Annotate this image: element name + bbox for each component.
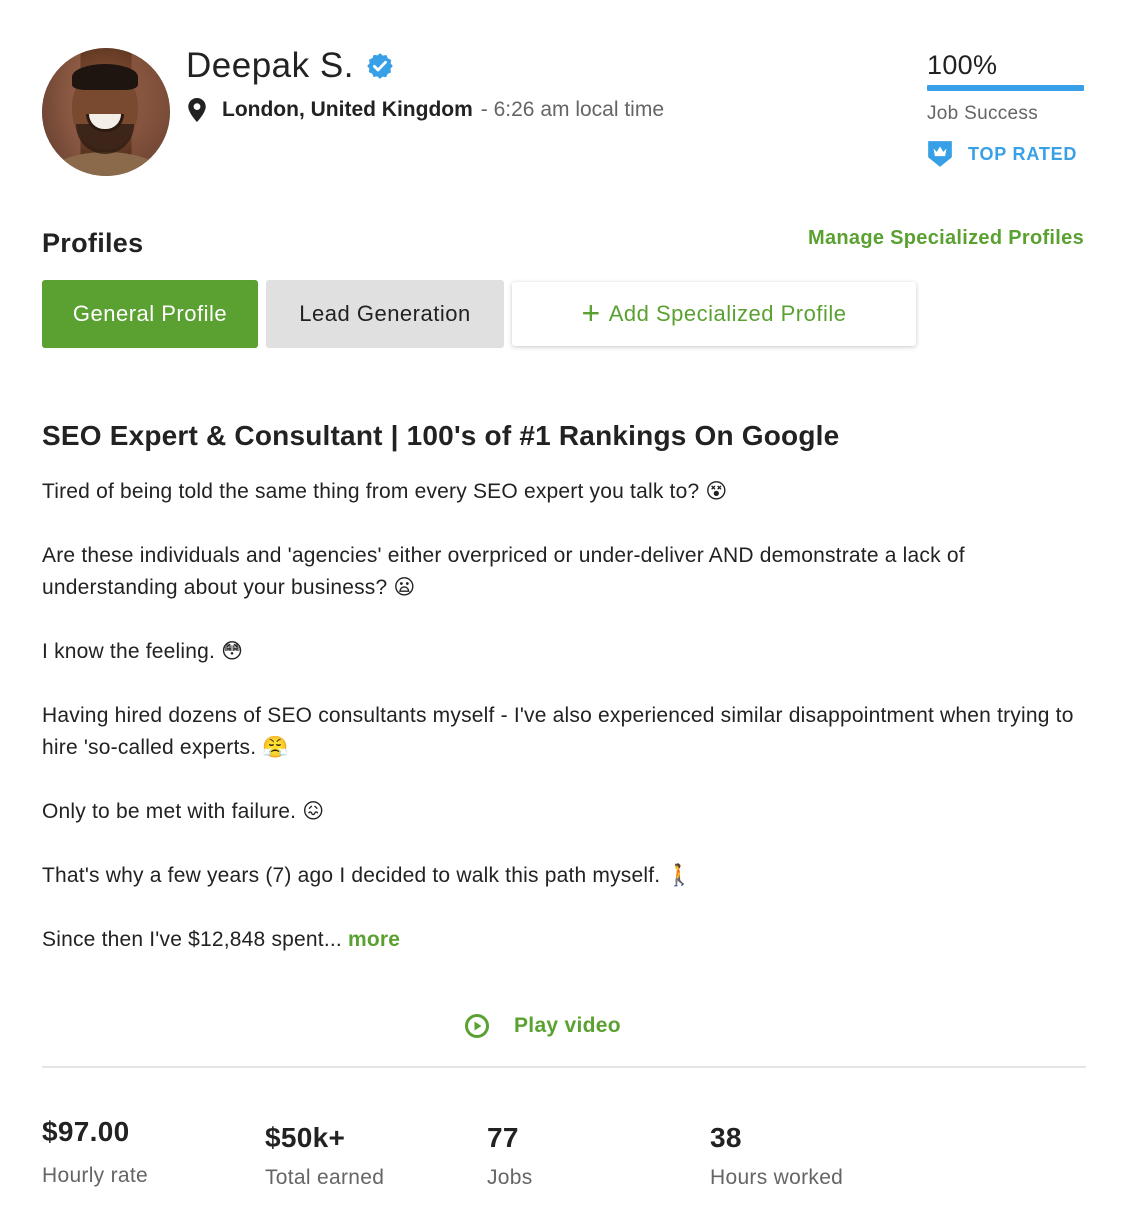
plus-icon: + <box>581 294 601 331</box>
map-pin-icon <box>188 98 206 122</box>
stat-value: $97.00 <box>42 1116 130 1147</box>
overview-paragraph: Tired of being told the same thing from … <box>42 480 728 503</box>
stat-value: 38 <box>710 1122 742 1153</box>
stat-total-earned: $50k+ Total earned <box>265 1122 384 1190</box>
stat-label: Total earned <box>265 1166 385 1189</box>
add-specialized-profile-button[interactable]: + Add Specialized Profile <box>512 282 916 346</box>
more-link[interactable]: more <box>348 928 400 951</box>
location: London, United Kingdom - 6:26 am local t… <box>188 98 664 122</box>
crown-shield-icon <box>928 141 952 167</box>
stat-label: Jobs <box>487 1166 533 1189</box>
stat-jobs: 77 Jobs <box>487 1122 533 1190</box>
job-success-score: 100% Job Success <box>927 50 1084 125</box>
freelancer-name-text: Deepak S. <box>186 46 354 85</box>
divider <box>42 1066 1086 1068</box>
local-time: - 6:26 am local time <box>480 98 665 121</box>
tab-general-profile[interactable]: General Profile <box>42 280 258 348</box>
stat-label: Hours worked <box>710 1166 844 1189</box>
top-rated-badge[interactable]: TOP RATED <box>927 140 1077 168</box>
play-video-label: Play video <box>514 1014 621 1037</box>
overview-paragraph: Only to be met with failure. 😖 <box>42 800 325 823</box>
overview-paragraph: I know the feeling. 😳 <box>42 640 244 663</box>
overview-truncated-text: Since then I've $12,848 spent... <box>42 928 342 951</box>
stat-value: $50k+ <box>265 1122 346 1153</box>
add-specialized-profile-label: Add Specialized Profile <box>608 301 847 326</box>
overview-paragraph: Having hired dozens of SEO consultants m… <box>42 704 1074 759</box>
overview-truncated-paragraph: Since then I've $12,848 spent... more <box>42 924 1082 956</box>
manage-specialized-profiles-link[interactable]: Manage Specialized Profiles <box>808 227 1084 250</box>
job-success-bar <box>927 85 1084 91</box>
top-rated-label: TOP RATED <box>968 143 1078 164</box>
stat-hourly-rate: $97.00 Hourly rate <box>42 1116 148 1188</box>
profiles-title: Profiles <box>42 228 144 258</box>
freelancer-name: Deepak S. <box>186 46 394 86</box>
overview-paragraph: Are these individuals and 'agencies' eit… <box>42 544 965 599</box>
verified-icon <box>367 53 393 79</box>
stat-hours-worked: 38 Hours worked <box>710 1122 843 1190</box>
play-video-button[interactable]: Play video <box>465 1014 621 1038</box>
avatar <box>42 48 170 176</box>
stat-label: Hourly rate <box>42 1164 149 1187</box>
job-success-label: Job Success <box>927 103 1039 124</box>
job-success-percent: 100% <box>927 50 998 80</box>
profile-overview: Tired of being told the same thing from … <box>42 476 1082 988</box>
overview-paragraph: That's why a few years (7) ago I decided… <box>42 864 693 887</box>
play-circle-icon <box>465 1014 489 1038</box>
profile-headline: SEO Expert & Consultant | 100's of #1 Ra… <box>42 420 840 451</box>
stat-value: 77 <box>487 1122 519 1153</box>
location-city: London, United Kingdom <box>222 98 473 121</box>
tab-lead-generation[interactable]: Lead Generation <box>266 280 504 348</box>
